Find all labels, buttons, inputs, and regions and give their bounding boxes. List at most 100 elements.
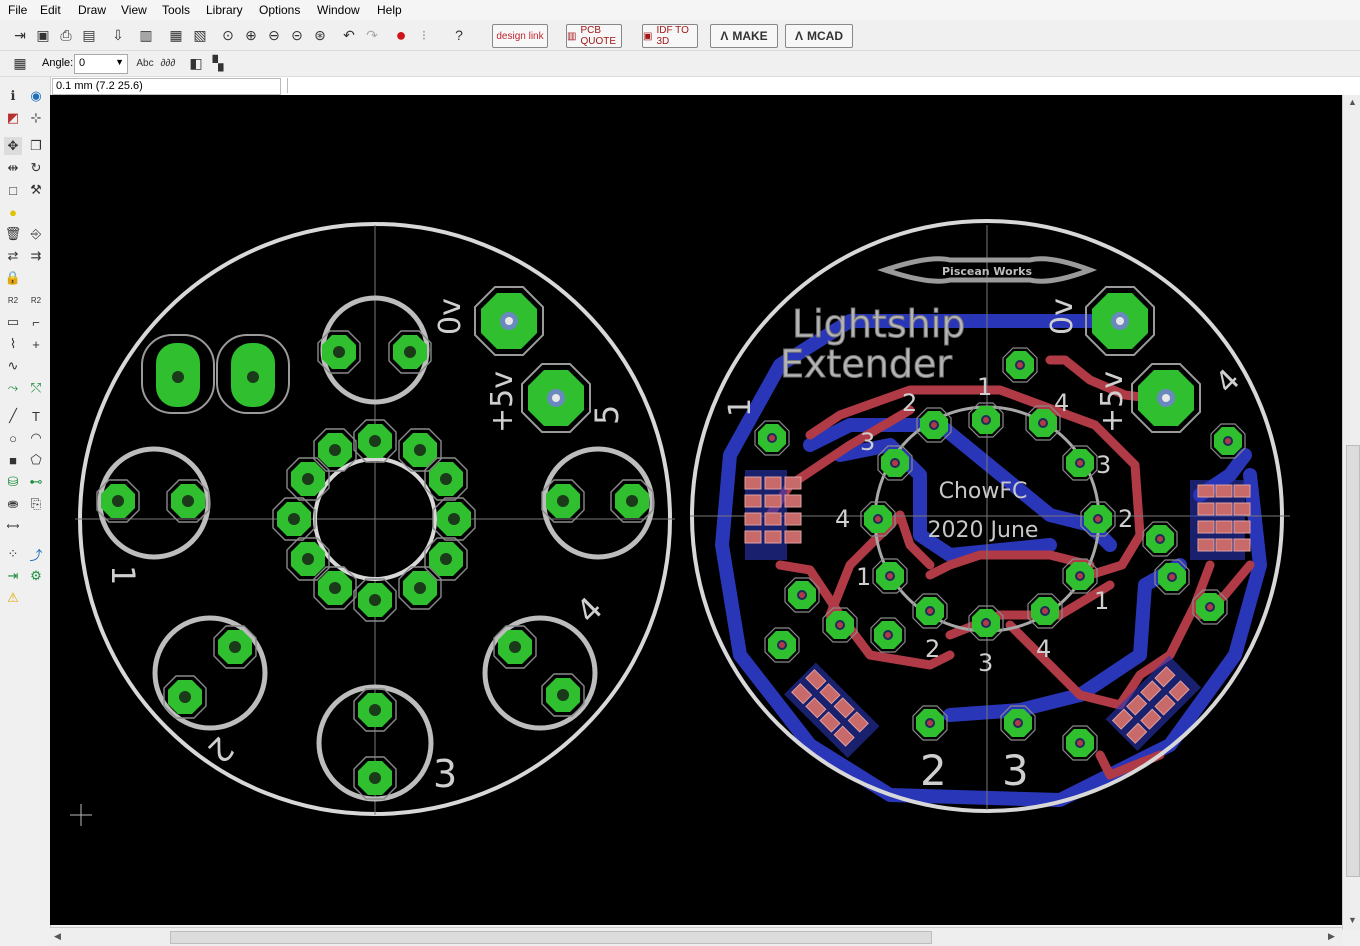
text-icon[interactable]: T (27, 407, 45, 425)
save-icon[interactable]: ▣ (33, 25, 53, 45)
layout-single-icon[interactable]: ◧ (186, 53, 206, 73)
menu-draw[interactable]: Draw (78, 3, 106, 17)
menu-window[interactable]: Window (317, 3, 360, 17)
make-button[interactable]: Λ MAKE (710, 24, 778, 48)
stop-icon[interactable]: ● (391, 25, 411, 45)
split-icon[interactable]: ⌇ (4, 335, 22, 353)
pcb-quote-button[interactable]: ▥ PCB QUOTE (566, 24, 622, 48)
replace-icon[interactable]: ⇄ (4, 247, 22, 265)
lock-icon[interactable]: 🔒 (4, 269, 22, 287)
add-icon[interactable]: ⎆ (27, 225, 45, 243)
zoom-previous-icon[interactable]: ⊝ (287, 25, 307, 45)
rotate-icon[interactable]: ↻ (27, 159, 45, 177)
autodesk-icon: Λ (720, 29, 729, 43)
route-icon[interactable]: ⤳ (4, 379, 22, 397)
angle-select[interactable]: 0 ▼ (74, 54, 128, 74)
command-line[interactable] (287, 78, 1358, 93)
menu-tools[interactable]: Tools (162, 3, 190, 17)
warning-icon[interactable]: ⚠ (4, 589, 22, 607)
circle-icon[interactable]: ○ (4, 429, 22, 447)
help-icon[interactable]: ? (449, 25, 469, 45)
copy-icon[interactable]: ❐ (27, 137, 45, 155)
miter-icon[interactable]: ⌐ (27, 313, 45, 331)
show-icon[interactable]: ◉ (27, 87, 45, 105)
optimize-icon[interactable]: + (27, 335, 45, 353)
undo-icon[interactable]: ↶ (339, 25, 359, 45)
autorouter-icon[interactable]: ⤴ (27, 545, 45, 563)
dimension-icon[interactable]: ⟷ (4, 517, 22, 535)
right-board: Piscean Works Lightship Extender ChowFC … (690, 219, 1290, 813)
rect-icon[interactable]: ■ (4, 451, 22, 469)
text-upright-icon[interactable]: Abc (135, 53, 155, 73)
go-icon[interactable]: ⁝ (414, 25, 434, 45)
menu-help[interactable]: Help (377, 3, 402, 17)
right-0v-label: 0v (1045, 298, 1080, 335)
script-icon[interactable]: ⇩ (108, 25, 128, 45)
wire-icon[interactable]: ╱ (4, 407, 22, 425)
scroll-left-icon[interactable]: ◀ (54, 931, 61, 942)
open-icon[interactable]: ⇥ (10, 25, 30, 45)
layout-split-icon[interactable]: ▚ (208, 53, 228, 73)
mcad-label: MCAD (807, 29, 843, 43)
idf-to-3d-button[interactable]: ▣ IDF TO 3D (642, 24, 698, 48)
menu-options[interactable]: Options (259, 3, 300, 17)
signal-icon[interactable]: ⊷ (27, 473, 45, 491)
mirror-icon[interactable]: ⇹ (4, 159, 22, 177)
delete-icon[interactable]: 🗑 (4, 225, 22, 243)
pcb-canvas[interactable]: 0v +5v 5 1 2 3 4 Piscean Works Lightship… (50, 95, 1342, 925)
vertical-scrollbar[interactable]: ▲ ▼ (1342, 95, 1360, 930)
polygon-icon[interactable]: ⬠ (27, 451, 45, 469)
redo-icon[interactable]: ↷ (362, 25, 382, 45)
group-icon[interactable]: □ (4, 181, 22, 199)
scroll-up-icon[interactable]: ▲ (1348, 97, 1357, 107)
cam-icon[interactable]: ▤ (79, 25, 99, 45)
coordinate-bar: 0.1 mm (7.2 25.6) (50, 77, 1360, 96)
ulp-icon[interactable]: ▥ (136, 25, 156, 45)
menu-file[interactable]: File (8, 3, 27, 17)
change-icon[interactable]: ⇉ (27, 247, 45, 265)
design-link-button[interactable]: design link (492, 24, 548, 48)
grid-icon[interactable]: ▦ (10, 53, 30, 73)
hole-icon[interactable]: ⛂ (4, 495, 22, 513)
value-icon[interactable]: R2 (27, 291, 45, 309)
left-label-4: 4 (569, 589, 610, 630)
horizontal-scroll-thumb[interactable] (170, 931, 932, 944)
via-icon[interactable]: ⛁ (4, 473, 22, 491)
zoom-select-icon[interactable]: ⊛ (310, 25, 330, 45)
right-label-3-bottom: 3 (978, 649, 993, 677)
pcb-quote-icon: ▥ (567, 30, 577, 42)
ripup-icon[interactable]: ⤲ (27, 379, 45, 397)
display-layers-icon[interactable]: ◩ (4, 109, 22, 127)
zoom-fit-icon[interactable]: ⊙ (218, 25, 238, 45)
scroll-down-icon[interactable]: ▼ (1348, 915, 1357, 925)
menu-edit[interactable]: Edit (40, 3, 61, 17)
pcb-quote-label: PCB QUOTE (580, 25, 617, 47)
zoom-in-icon[interactable]: ⊕ (241, 25, 261, 45)
menu-library[interactable]: Library (206, 3, 243, 17)
scroll-right-icon[interactable]: ▶ (1328, 931, 1335, 942)
wrench-icon[interactable]: ⚒ (27, 181, 45, 199)
paste-icon[interactable]: ● (4, 203, 22, 221)
menu-view[interactable]: View (121, 3, 147, 17)
horizontal-scrollbar[interactable]: ◀ ▶ (50, 927, 1342, 946)
mcad-button[interactable]: Λ MCAD (785, 24, 853, 48)
drc-icon[interactable]: ⇥ (4, 567, 22, 585)
left-label-2: 2 (200, 729, 241, 770)
print-icon[interactable]: ⎙ (56, 25, 76, 45)
attribute-icon[interactable]: ⎘ (27, 495, 45, 513)
name-icon[interactable]: R2 (4, 291, 22, 309)
erc-icon[interactable]: ⚙ (27, 567, 45, 585)
mark-icon[interactable]: ⊹ (27, 109, 45, 127)
zoom-out-icon[interactable]: ⊖ (264, 25, 284, 45)
autodesk-icon: Λ (794, 29, 803, 43)
info-icon[interactable]: ℹ (4, 87, 22, 105)
ratsnest-icon[interactable]: ⁘ (4, 545, 22, 563)
board-icon[interactable]: ▧ (190, 25, 210, 45)
text-mirror-icon[interactable]: ∂∂∂ (158, 53, 178, 73)
schematic-icon[interactable]: ▦ (166, 25, 186, 45)
vertical-scroll-thumb[interactable] (1346, 445, 1360, 877)
move-icon[interactable]: ✥ (4, 137, 22, 155)
smash-icon[interactable]: ▭ (4, 313, 22, 331)
arc-icon[interactable]: ◠ (27, 429, 45, 447)
meander-icon[interactable]: ∿ (4, 357, 22, 375)
